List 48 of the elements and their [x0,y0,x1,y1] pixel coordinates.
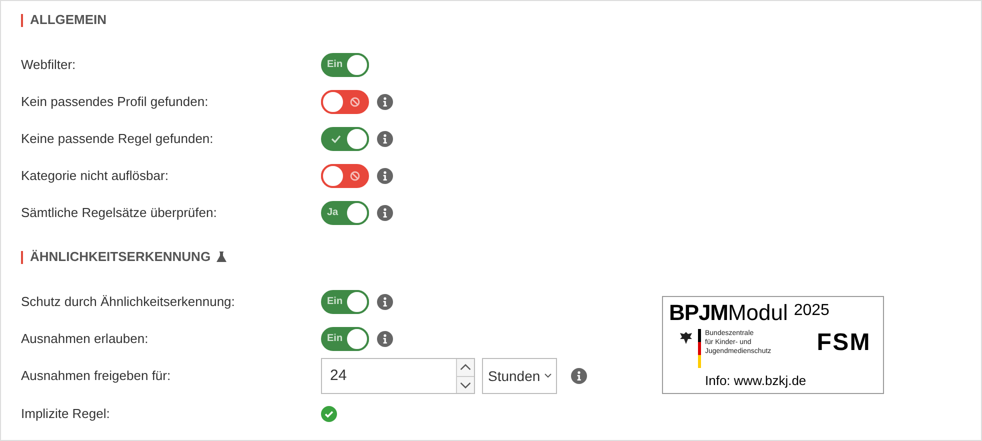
flag-bar [698,328,701,368]
toggle-switch[interactable] [321,90,369,114]
field-label: Sämtliche Regelsätze überprüfen: [21,204,218,222]
toggle-knob [321,164,345,188]
ban-icon [350,170,360,180]
toggle-switch[interactable] [321,126,369,150]
section-title: ÄHNLICHKEITSERKENNUNG [30,248,211,266]
toggle-switch[interactable]: Ein [321,326,369,350]
toggle-label: Ja [327,206,338,220]
number-field[interactable]: 24 [321,358,475,394]
toggle-knob [345,126,369,150]
toggle-label: Ein [327,295,343,309]
logo-module: Modul [728,299,788,326]
number-value: 24 [329,366,348,386]
check-icon [331,134,341,142]
field-label: Kein passendes Profil gefunden: [21,92,210,111]
toggle-label: Ein [327,58,343,72]
logo-brand: BPJM [669,299,728,326]
logo-year: 2025 [794,301,830,321]
toggle-knob [345,52,369,76]
toggle-knob [345,200,369,224]
field-label: Keine passende Regel gefunden: [21,130,214,148]
toggle-knob [321,90,345,114]
info-icon[interactable] [377,294,393,310]
info-icon[interactable] [377,330,393,346]
toggle-knob [345,326,369,350]
toggle-switch[interactable]: Ein [321,52,369,76]
info-icon[interactable] [377,94,393,110]
field-label: Implizite Regel: [21,404,111,423]
toggle-label: Ein [327,332,343,346]
field-label: Ausnahmen erlauben: [21,330,150,348]
toggle-switch[interactable] [321,164,369,188]
info-icon[interactable] [377,168,393,184]
partner-logo: FSM [816,330,871,354]
info-icon[interactable] [377,204,393,220]
toggle-knob [345,290,369,314]
field-label: Ausnahmen freigeben für: [21,367,172,386]
field-label: Webfilter: [21,56,77,74]
unit-select[interactable]: Stunden [482,358,557,394]
ban-icon [350,96,360,106]
toggle-switch[interactable]: Ein [321,290,369,314]
section-title: ALLGEMEIN [30,11,107,30]
info-icon[interactable] [377,130,393,146]
chevron-down-icon [544,373,552,379]
info-icon[interactable] [571,368,587,384]
field-label: Kategorie nicht auflösbar: [21,166,170,185]
field-label: Schutz durch Ähnlichkeitserkennung: [21,292,236,311]
toggle-switch[interactable]: Ja [321,200,369,224]
